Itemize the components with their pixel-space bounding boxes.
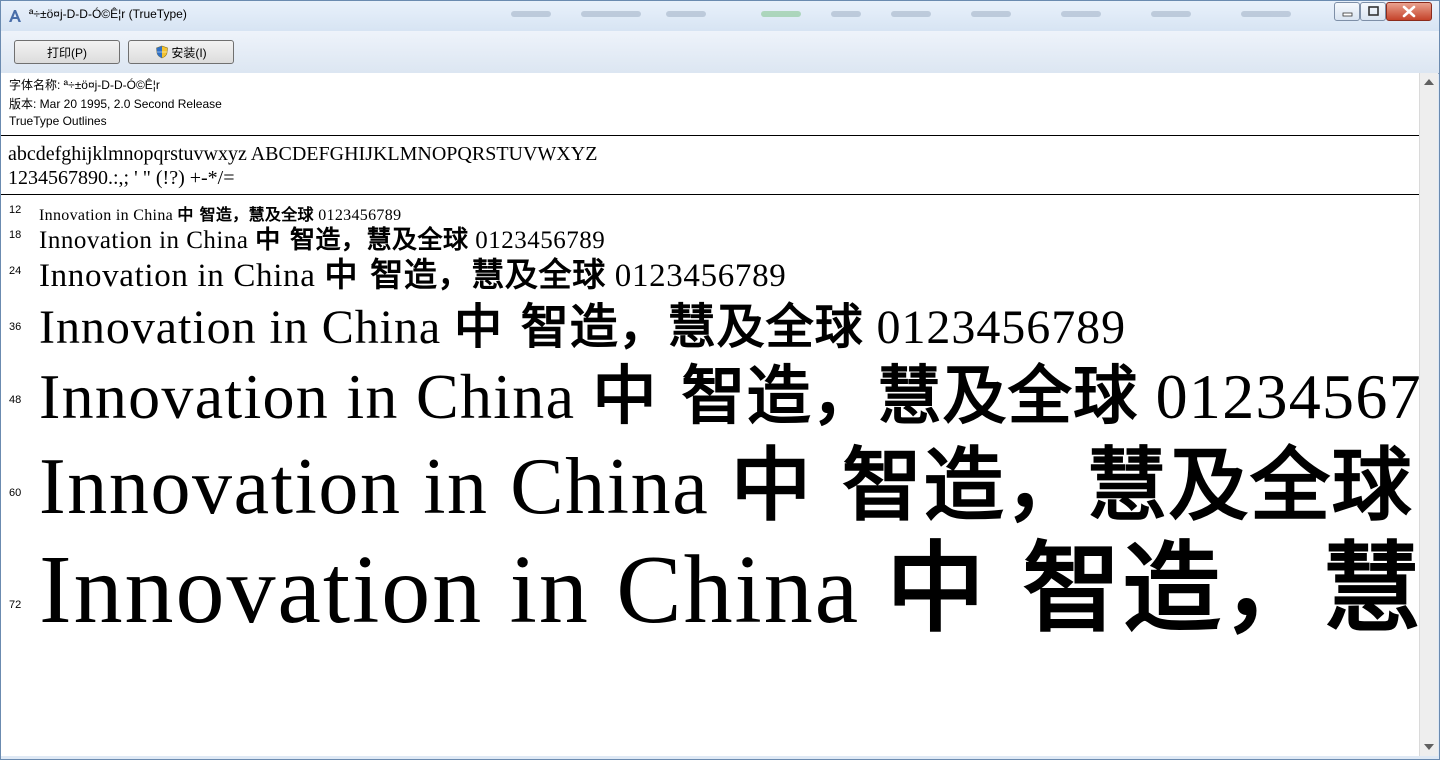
toolbar: 打印(P) 安装(I) [1,31,1439,74]
sample-latin: Innovation in China [39,536,861,644]
charset-letters: abcdefghijklmnopqrstuvwxyz ABCDEFGHIJKLM… [8,143,598,165]
print-button-label: 打印(P) [47,45,87,60]
sample-text: Innovation in China 中 智造，慧及全球 0123456789 [39,509,1419,651]
divider [1,135,1419,136]
size-label: 24 [9,265,22,277]
maximize-button[interactable] [1360,2,1386,21]
size-label: 12 [9,204,22,216]
font-version-line: 版本: Mar 20 1995, 2.0 Second Release [9,97,222,111]
size-label: 48 [9,394,22,406]
background-taskbar-blur [501,5,1321,25]
minimize-icon [1342,12,1353,17]
size-label: 36 [9,321,22,333]
font-file-icon [9,10,21,22]
scroll-down-icon[interactable] [1424,744,1434,750]
title-bar[interactable]: ª÷±ö¤j-D-D-Ó©Ê¦r (TrueType) [1,1,1439,31]
font-preview-area[interactable]: 字体名称: ª÷±ö¤j-D-D-Ó©Ê¦r 版本: Mar 20 1995, … [1,73,1419,756]
vertical-scrollbar[interactable] [1419,73,1438,756]
install-button[interactable]: 安装(I) [128,40,234,64]
size-label: 60 [9,487,22,499]
window-title: ª÷±ö¤j-D-D-Ó©Ê¦r (TrueType) [29,7,187,21]
font-type-line: TrueType Outlines [9,114,107,128]
font-name-line: 字体名称: ª÷±ö¤j-D-D-Ó©Ê¦r [9,78,160,92]
uac-shield-icon [156,45,169,59]
install-button-label: 安装(I) [171,45,207,60]
size-label: 72 [9,599,22,611]
charset-digits: 1234567890.:,; ' " (!?) +-*/= [8,167,235,189]
maximize-icon [1368,6,1379,16]
minimize-button[interactable] [1334,2,1360,21]
size-label: 18 [9,229,22,241]
print-button[interactable]: 打印(P) [14,40,120,64]
sample-cjk: 中 智造，慧及全球 [886,532,1419,646]
scroll-up-icon[interactable] [1424,79,1434,85]
close-icon [1402,5,1416,18]
font-viewer-window: ª÷±ö¤j-D-D-Ó©Ê¦r (TrueType) 打印(P) 安装(I) … [0,0,1440,760]
close-button[interactable] [1386,2,1432,21]
divider [1,194,1419,195]
